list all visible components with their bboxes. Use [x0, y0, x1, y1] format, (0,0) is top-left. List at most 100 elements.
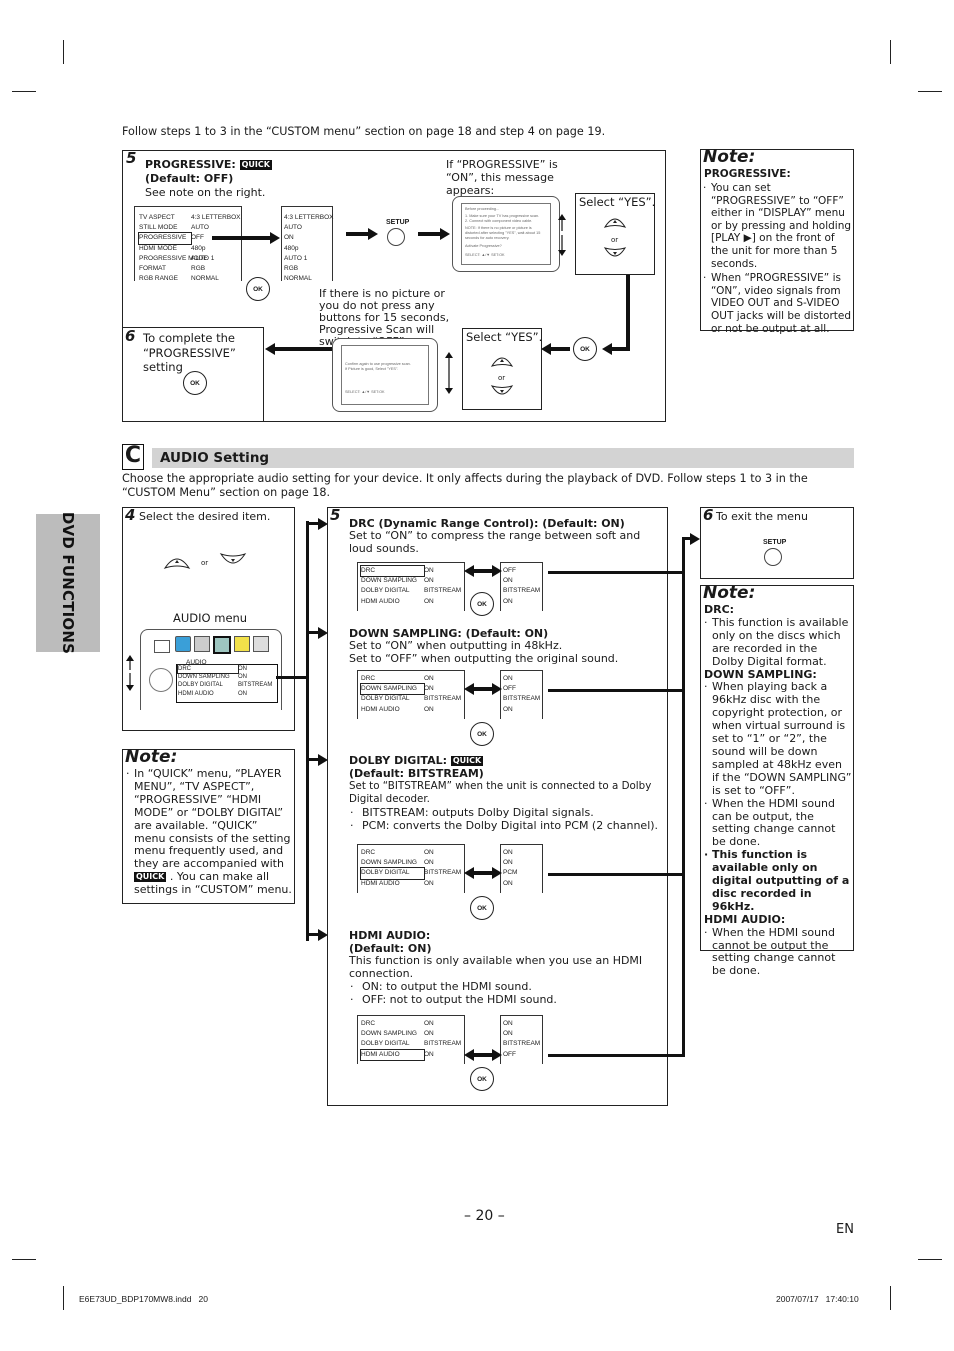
connector-line [276, 676, 308, 679]
menu-value: NORMAL [191, 275, 219, 283]
menu-key: DOLBY DIGITAL [361, 695, 410, 703]
menu-value: PCM [503, 869, 518, 877]
hdmi-audio-bullets: ON: to output the HDMI sound. OFF: not t… [350, 980, 665, 1006]
menu-row: DOLBY DIGITAL BITSTREAM [361, 1039, 461, 1049]
note-list: You can set “PROGRESSIVE” to “OFF” eithe… [703, 182, 851, 335]
hdmi-audio-title: HDMI AUDIO: [349, 929, 431, 942]
arrow-right-icon [690, 533, 700, 545]
down-button[interactable] [603, 246, 627, 262]
menu-row: DRC ON [361, 674, 461, 684]
menu-key: DRC [361, 849, 376, 856]
arrow-line [212, 236, 272, 240]
timestamp: 2007/07/17 17:40:10 [776, 1294, 859, 1304]
down-button[interactable] [490, 384, 514, 400]
crop-mark [890, 40, 891, 64]
menu-key: DOWN SAMPLING [178, 674, 230, 681]
ok-button[interactable]: OK [470, 722, 494, 746]
crop-mark [63, 40, 64, 64]
menu-key: DOLBY DIGITAL [361, 587, 410, 595]
up-down-arrow-icon [445, 352, 453, 394]
menu-value: ON [424, 859, 434, 867]
remote-dpad-icon [149, 668, 173, 692]
settings-menu-after-list: ON ON BITSTREAM OFF [503, 1019, 540, 1060]
arrow-right-icon [492, 867, 502, 880]
menu-key: HDMI AUDIO [360, 1048, 425, 1061]
screen-line: If Picture is good, Select "YES". [345, 367, 399, 371]
up-button[interactable] [490, 352, 514, 368]
menu-value: 480p [191, 244, 206, 252]
up-button[interactable] [163, 552, 191, 570]
note-text-part: In “QUICK” menu, “PLAYER MENU”, “TV ASPE… [134, 767, 291, 871]
note-item: This function is available only on the d… [704, 616, 852, 669]
menu-value: 4:3 LETTERBOX [191, 214, 241, 221]
menu-key: DRC [361, 675, 376, 682]
file-name: E6E73UD_BDP170MW8.indd 20 [79, 1294, 208, 1304]
menu-value: ON [503, 879, 513, 887]
intro-text: Follow steps 1 to 3 in the “CUSTOM menu”… [122, 125, 606, 138]
setup-label: SETUP [763, 539, 787, 546]
page-number: – 20 – [464, 1208, 505, 1224]
quick-badge: QUICK [239, 160, 272, 170]
arrow-line [346, 232, 370, 236]
lock-icon [234, 636, 250, 652]
menu-value: ON [284, 234, 294, 242]
up-button[interactable] [603, 213, 627, 229]
ok-button[interactable]: OK [246, 277, 270, 301]
arrow-left-icon [541, 343, 551, 355]
progressive-title: PROGRESSIVE: QUICK [145, 158, 272, 171]
menu-value: OFF [191, 234, 204, 242]
menu-key: PROGRESSIVE MODE [139, 254, 208, 262]
menu-row: HDMI AUDIO ON [360, 1048, 461, 1061]
double-arrow-line [474, 871, 494, 876]
tv-screen-confirm: Confirm again to use progressive scan. I… [332, 338, 438, 412]
menu-value: BITSTREAM [424, 869, 462, 877]
note-list: This function is available only on the d… [704, 616, 852, 669]
menu-key: DOWN SAMPLING [361, 859, 417, 867]
ok-button[interactable]: OK [470, 896, 494, 920]
menu-key: DOLBY DIGITAL [361, 1040, 410, 1048]
ok-button[interactable]: OK [183, 371, 207, 395]
down-button[interactable] [219, 552, 247, 570]
dolby-digital-desc: Set to “BITSTREAM” when the unit is conn… [349, 780, 652, 805]
ok-button[interactable]: OK [470, 1067, 494, 1091]
note-item: When playing back a 96kHz disc with the … [704, 680, 852, 797]
audio-menu-list: DRC ON DOWN SAMPLING ON DOLBY DIGITAL BITSTRE… [177, 663, 272, 698]
menu-value: AUTO [284, 224, 302, 232]
crop-mark [12, 1259, 36, 1260]
menu-value: ON [424, 705, 434, 713]
menu-row: HDMI MODE 480p [139, 244, 241, 254]
ok-button[interactable]: OK [573, 337, 597, 361]
note-item: When “PROGRESSIVE” is “ON”, video signal… [703, 272, 851, 335]
progressive-menu-list: TV ASPECT 4:3 LETTERBOX STILL MODE AUTO PROG… [138, 213, 241, 284]
audio-menu-label: AUDIO menu [173, 611, 248, 625]
progressive-menu-after-list: 4:3 LETTERBOX AUTO ON 480p AUTO 1 RGB NORMAL [284, 213, 334, 284]
ok-button[interactable]: OK [470, 592, 494, 616]
menu-value: ON [238, 666, 247, 672]
or-text: or [201, 559, 209, 567]
tv-screen-content: Before proceeding... 1. Make sure your T… [461, 203, 551, 265]
menu-row: TV ASPECT 4:3 LETTERBOX [139, 213, 241, 223]
menu-value: ON [424, 849, 434, 856]
crop-mark [63, 1286, 64, 1310]
dolby-digital-default: (Default: BITSTREAM) [349, 767, 484, 780]
setup-button[interactable] [764, 548, 782, 566]
menu-row: PROGRESSIVE MODE AUTO 1 [139, 254, 241, 264]
crop-mark [12, 91, 36, 92]
menu-row: DRC ON [361, 848, 461, 858]
setup-button[interactable] [387, 228, 405, 246]
menu-row: STILL MODE AUTO [139, 223, 241, 233]
note-item: When the HDMI sound can be output, the s… [704, 797, 852, 850]
step-number: 6 [703, 506, 714, 524]
progressive-title-text: PROGRESSIVE: [145, 158, 236, 171]
menu-key: DRC [361, 1020, 376, 1027]
arrow-right-icon [492, 683, 502, 696]
note-subheading: PROGRESSIVE: [704, 168, 791, 180]
note-heading: Note: [125, 747, 178, 767]
note-section-title: DRC: [704, 603, 735, 616]
arrow-left-icon [464, 867, 474, 880]
step-number: 6 [125, 327, 136, 345]
arrow-line [550, 347, 570, 351]
arrow-right-icon [368, 228, 378, 240]
menu-value: ON [503, 675, 513, 682]
display-icon [194, 636, 210, 652]
